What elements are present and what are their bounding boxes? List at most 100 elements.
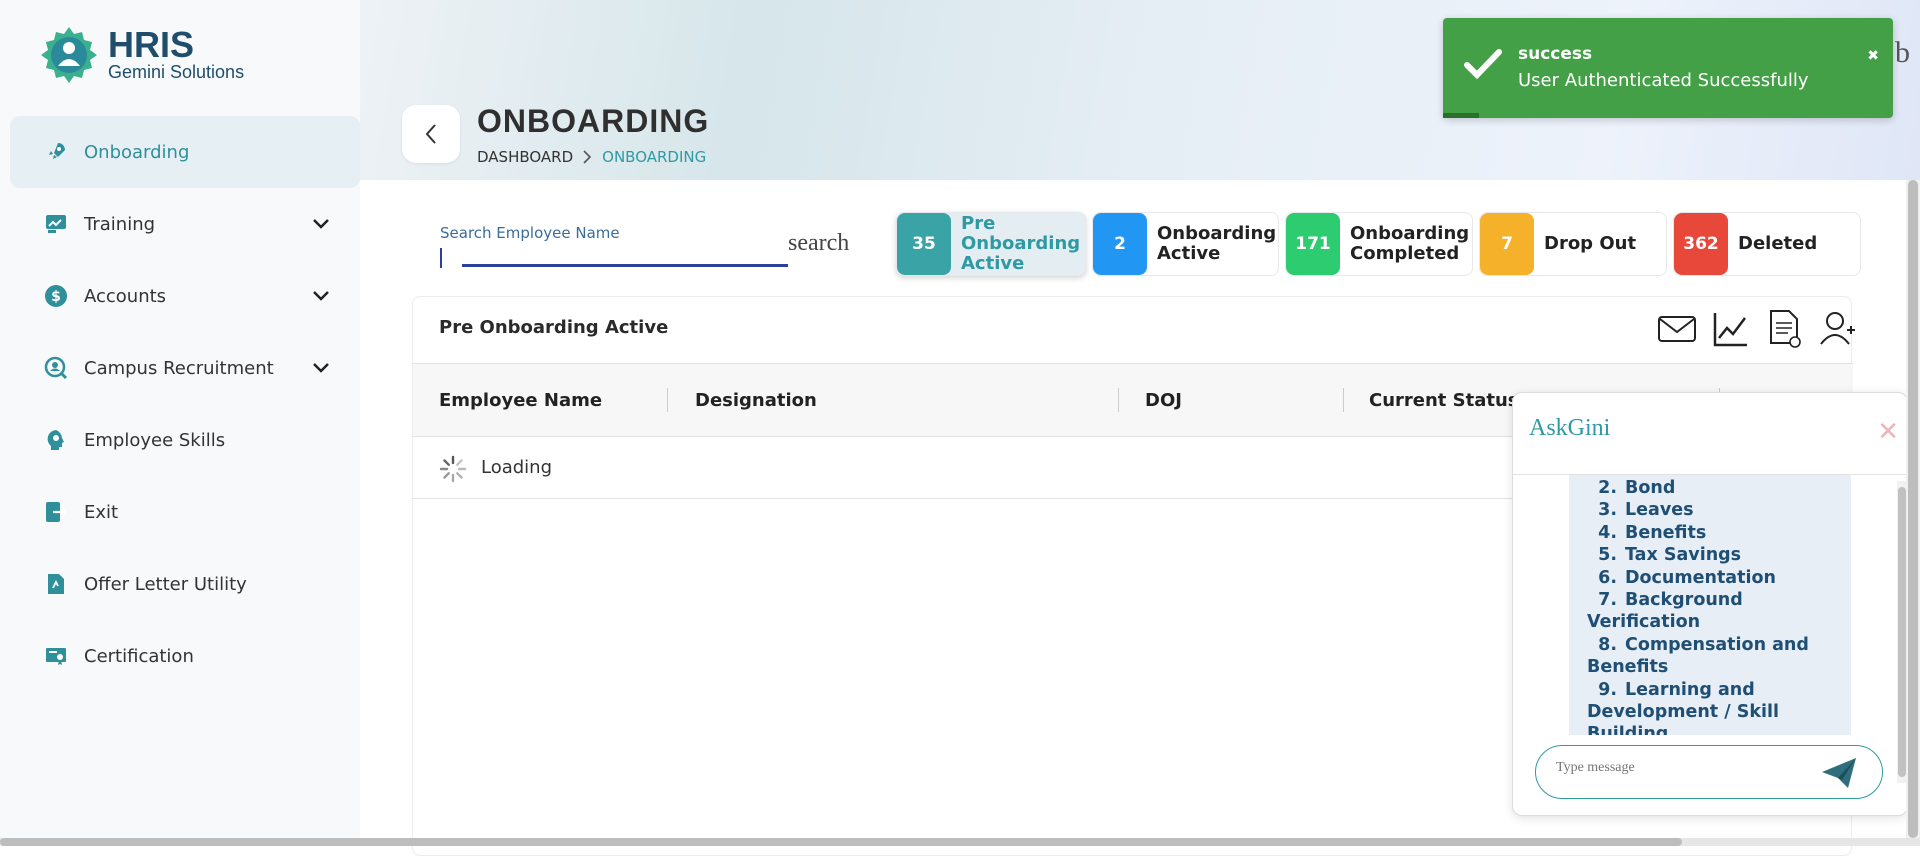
tab-count: 2 — [1093, 213, 1147, 275]
gear-person-logo-icon — [41, 27, 97, 83]
sidebar-item-certification[interactable]: Certification — [10, 620, 360, 692]
certificate-icon — [44, 644, 68, 668]
send-icon[interactable] — [1820, 756, 1858, 794]
sidebar-item-training[interactable]: Training — [10, 188, 360, 260]
back-button[interactable] — [402, 105, 460, 163]
sidebar-item-label: Training — [84, 213, 156, 235]
search-button[interactable]: search — [788, 230, 849, 257]
tab-onboarding-active[interactable]: 2 Onboarding Active — [1092, 212, 1279, 276]
breadcrumb-dashboard[interactable]: DASHBOARD — [477, 148, 573, 166]
chat-topic-list: 2. Bond 3. Leaves 4. Benefits 5. Tax Savings… — [1587, 477, 1841, 735]
column-header[interactable]: DOJ — [1145, 390, 1182, 411]
sidebar-item-employee-skills[interactable]: Employee Skills — [10, 404, 360, 476]
tab-onboarding-completed[interactable]: 171 Onboarding Completed — [1285, 212, 1473, 276]
success-toast[interactable]: success User Authenticated Successfully … — [1443, 18, 1893, 118]
list-item: 7. Background Verification — [1587, 590, 1743, 633]
tab-count: 362 — [1674, 213, 1728, 275]
message-field[interactable] — [1556, 760, 1806, 776]
sidebar: HRIS Gemini Solutions Onboarding Trainin… — [0, 0, 360, 846]
tab-label: Pre Onboarding Active — [961, 213, 1081, 274]
document-icon — [44, 572, 68, 596]
column-divider[interactable] — [667, 388, 668, 412]
dollar-icon: $ — [44, 284, 68, 308]
page-title: ONBOARDING — [477, 103, 710, 139]
list-item: 8. Compensation and Benefits — [1587, 634, 1809, 678]
sidebar-item-label: Onboarding — [84, 141, 190, 163]
scrollbar-thumb[interactable] — [0, 838, 1682, 846]
sidebar-item-label: Employee Skills — [84, 429, 226, 451]
loading-text: Loading — [481, 457, 553, 478]
chart-icon[interactable] — [1709, 307, 1753, 351]
column-header[interactable]: Designation — [695, 390, 817, 411]
breadcrumb: DASHBOARD ONBOARDING — [477, 148, 706, 166]
chevron-down-icon[interactable] — [312, 358, 330, 379]
chat-title: AskGini — [1529, 415, 1611, 441]
tab-label: Deleted — [1738, 233, 1818, 254]
close-icon[interactable]: ✖ — [1867, 48, 1879, 64]
chat-header: AskGini ✕ — [1513, 393, 1907, 475]
chat-message-input[interactable] — [1535, 745, 1883, 799]
chevron-down-icon[interactable] — [312, 286, 330, 307]
tab-drop-out[interactable]: 7 Drop Out — [1479, 212, 1667, 276]
sidebar-nav: Onboarding Training $ Accounts Campus Re… — [10, 116, 360, 692]
tab-pre-onboarding-active[interactable]: 35 Pre Onboarding Active — [896, 212, 1086, 276]
skills-icon — [44, 428, 68, 452]
report-icon[interactable] — [1763, 307, 1807, 351]
column-header[interactable]: Current Status — [1369, 390, 1519, 411]
tab-deleted[interactable]: 362 Deleted — [1673, 212, 1861, 276]
toast-message: User Authenticated Successfully — [1518, 70, 1809, 91]
breadcrumb-onboarding: ONBOARDING — [602, 148, 707, 166]
sidebar-item-label: Campus Recruitment — [84, 357, 274, 379]
tab-label: Drop Out — [1544, 233, 1637, 254]
tab-count: 7 — [1480, 213, 1534, 275]
askgini-chat-widget: AskGini ✕ 2. Bond 3. Leaves 4. Benefits 5. T… — [1512, 392, 1908, 816]
sidebar-item-accounts[interactable]: $ Accounts — [10, 260, 360, 332]
list-item: 5. Tax Savings — [1598, 545, 1742, 566]
logo-title: HRIS — [108, 23, 195, 65]
list-item: 6. Documentation — [1598, 567, 1776, 588]
mail-icon[interactable] — [1655, 307, 1699, 351]
chevron-left-icon — [425, 124, 436, 144]
sidebar-item-label: Offer Letter Utility — [84, 573, 247, 595]
exit-icon — [44, 500, 68, 524]
chat-messages[interactable]: 2. Bond 3. Leaves 4. Benefits 5. Tax Savings… — [1513, 475, 1907, 735]
search-placeholder: Search Employee Name — [440, 224, 620, 242]
chevron-right-icon — [583, 150, 592, 164]
sidebar-item-onboarding[interactable]: Onboarding — [10, 116, 360, 188]
logo[interactable]: HRIS Gemini Solutions — [38, 24, 244, 86]
tab-count: 171 — [1286, 213, 1340, 275]
toast-progress-bar — [1443, 113, 1479, 118]
spinner-icon — [439, 455, 467, 487]
logo-subtitle: Gemini Solutions — [108, 61, 245, 82]
scrollbar-thumb[interactable] — [1908, 180, 1918, 838]
rocket-icon — [44, 140, 68, 164]
background-text-fragment: b — [1895, 36, 1910, 69]
recruit-icon — [44, 356, 68, 380]
search-input[interactable]: Search Employee Name — [426, 212, 822, 268]
svg-text:$: $ — [51, 289, 61, 305]
tab-label: Onboarding Active — [1157, 223, 1277, 264]
status-tabs: 35 Pre Onboarding Active 2 Onboarding Ac… — [896, 212, 1861, 276]
page-vertical-scrollbar[interactable] — [1906, 180, 1920, 838]
add-user-icon[interactable] — [1817, 307, 1861, 351]
sidebar-item-offer-letter-utility[interactable]: Offer Letter Utility — [10, 548, 360, 620]
chat-scrollbar-thumb[interactable] — [1898, 487, 1906, 777]
search-underline — [462, 264, 788, 267]
column-divider[interactable] — [1343, 388, 1344, 412]
list-item: 3. Leaves — [1598, 500, 1694, 521]
list-item: 9. Learning and Development / Skill Build… — [1587, 679, 1779, 735]
list-item: 2. Bond — [1598, 478, 1676, 498]
close-icon[interactable]: ✕ — [1877, 417, 1899, 447]
sidebar-item-label: Accounts — [84, 285, 167, 307]
column-header[interactable]: Employee Name — [439, 390, 602, 411]
sidebar-item-label: Exit — [84, 501, 119, 523]
table-title: Pre Onboarding Active — [439, 317, 669, 338]
sidebar-item-label: Certification — [84, 645, 194, 667]
training-icon — [44, 212, 68, 236]
column-divider[interactable] — [1118, 388, 1119, 412]
page-horizontal-scrollbar[interactable] — [0, 838, 1920, 846]
sidebar-item-exit[interactable]: Exit — [10, 476, 360, 548]
chevron-down-icon[interactable] — [312, 214, 330, 235]
sidebar-item-campus-recruitment[interactable]: Campus Recruitment — [10, 332, 360, 404]
chat-message-bubble: 2. Bond 3. Leaves 4. Benefits 5. Tax Savings… — [1569, 475, 1851, 735]
